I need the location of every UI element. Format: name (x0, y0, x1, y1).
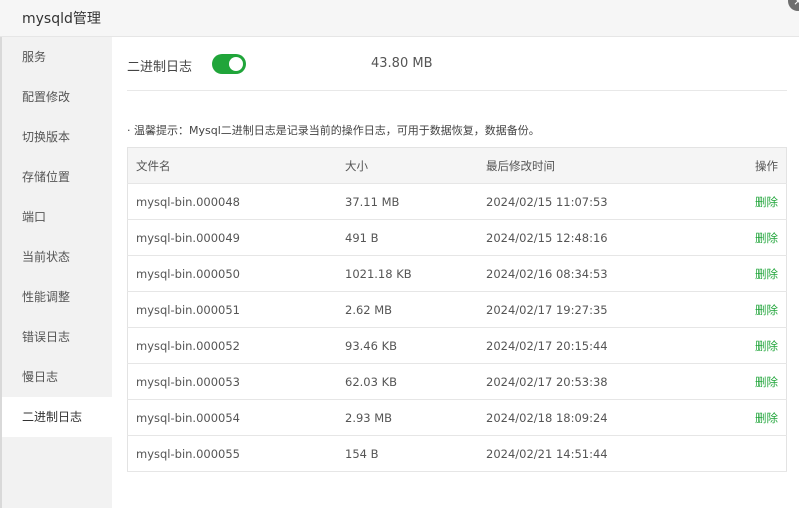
cell-filename: mysql-bin.000050 (127, 255, 337, 292)
cell-filename: mysql-bin.000055 (127, 435, 337, 472)
col-size: 大小 (337, 147, 478, 184)
cell-filename: mysql-bin.000052 (127, 327, 337, 364)
col-action: 操作 (694, 147, 787, 184)
cell-action: 删除 (694, 363, 787, 400)
delete-link[interactable]: 删除 (755, 411, 778, 425)
cell-action: 删除 (694, 183, 787, 220)
cell-action: 删除 (694, 219, 787, 256)
table-row: mysql-bin.000052 93.46 KB 2024/02/17 20:… (127, 327, 787, 364)
sidebar-item-performance[interactable]: 性能调整 (2, 277, 112, 317)
col-filename: 文件名 (127, 147, 337, 184)
cell-mtime: 2024/02/15 12:48:16 (478, 219, 694, 256)
sidebar-item-storage[interactable]: 存储位置 (2, 157, 112, 197)
close-icon[interactable]: × (788, 0, 799, 11)
cell-mtime: 2024/02/17 20:15:44 (478, 327, 694, 364)
cell-mtime: 2024/02/18 18:09:24 (478, 399, 694, 436)
cell-action: 删除 (694, 399, 787, 436)
binlog-label: 二进制日志 (127, 60, 193, 75)
toggle-knob (229, 57, 243, 71)
cell-size: 2.62 MB (337, 291, 478, 328)
table-row: mysql-bin.000051 2.62 MB 2024/02/17 19:2… (127, 291, 787, 328)
cell-mtime: 2024/02/21 14:51:44 (478, 435, 694, 472)
delete-link[interactable]: 删除 (755, 231, 778, 245)
sidebar-item-slow-log[interactable]: 慢日志 (2, 357, 112, 397)
cell-size: 37.11 MB (337, 183, 478, 220)
sidebar-item-status[interactable]: 当前状态 (2, 237, 112, 277)
title-bar: mysqld管理 × (0, 0, 799, 37)
sidebar-item-config[interactable]: 配置修改 (2, 77, 112, 117)
table-row: mysql-bin.000054 2.93 MB 2024/02/18 18:0… (127, 399, 787, 436)
sidebar-item-port[interactable]: 端口 (2, 197, 112, 237)
cell-action: 删除 (694, 327, 787, 364)
table-row: mysql-bin.000050 1021.18 KB 2024/02/16 0… (127, 255, 787, 292)
binlog-toggle[interactable] (212, 54, 246, 74)
table-row: mysql-bin.000049 491 B 2024/02/15 12:48:… (127, 219, 787, 256)
sidebar: 服务 配置修改 切换版本 存储位置 端口 当前状态 性能调整 错误日志 慢日志 … (0, 37, 112, 508)
sidebar-item-switch-version[interactable]: 切换版本 (2, 117, 112, 157)
delete-link[interactable]: 删除 (755, 375, 778, 389)
col-mtime: 最后修改时间 (478, 147, 694, 184)
cell-filename: mysql-bin.000048 (127, 183, 337, 220)
table-header-row: 文件名 大小 最后修改时间 操作 (127, 147, 787, 184)
cell-filename: mysql-bin.000051 (127, 291, 337, 328)
cell-filename: mysql-bin.000049 (127, 219, 337, 256)
cell-filename: mysql-bin.000053 (127, 363, 337, 400)
delete-link[interactable]: 删除 (755, 339, 778, 353)
delete-link[interactable]: 删除 (755, 303, 778, 317)
cell-mtime: 2024/02/17 19:27:35 (478, 291, 694, 328)
tip-text: · 温馨提示：Mysql二进制日志是记录当前的操作日志，可用于数据恢复，数据备份… (127, 124, 540, 137)
sidebar-item-binlog[interactable]: 二进制日志 (2, 397, 112, 437)
cell-size: 93.46 KB (337, 327, 478, 364)
table-row: mysql-bin.000053 62.03 KB 2024/02/17 20:… (127, 363, 787, 400)
cell-filename: mysql-bin.000054 (127, 399, 337, 436)
cell-mtime: 2024/02/17 20:53:38 (478, 363, 694, 400)
cell-action: 删除 (694, 291, 787, 328)
cell-size: 2.93 MB (337, 399, 478, 436)
cell-action (694, 435, 787, 472)
table-row: mysql-bin.000055 154 B 2024/02/21 14:51:… (127, 435, 787, 472)
delete-link[interactable]: 删除 (755, 267, 778, 281)
sidebar-item-service[interactable]: 服务 (2, 37, 112, 77)
table-row: mysql-bin.000048 37.11 MB 2024/02/15 11:… (127, 183, 787, 220)
sidebar-item-error-log[interactable]: 错误日志 (2, 317, 112, 357)
window-title: mysqld管理 (22, 11, 101, 27)
cell-action: 删除 (694, 255, 787, 292)
cell-size: 62.03 KB (337, 363, 478, 400)
delete-link[interactable]: 删除 (755, 195, 778, 209)
cell-size: 154 B (337, 435, 478, 472)
binlog-table: 文件名 大小 最后修改时间 操作 mysql-bin.000048 37.11 … (127, 147, 787, 472)
main-panel: 二进制日志 43.80 MB · 温馨提示：Mysql二进制日志是记录当前的操作… (127, 37, 787, 508)
cell-size: 491 B (337, 219, 478, 256)
cell-mtime: 2024/02/15 11:07:53 (478, 183, 694, 220)
binlog-status-row: 二进制日志 43.80 MB (127, 37, 787, 91)
cell-size: 1021.18 KB (337, 255, 478, 292)
cell-mtime: 2024/02/16 08:34:53 (478, 255, 694, 292)
binlog-total-size: 43.80 MB (371, 56, 433, 71)
